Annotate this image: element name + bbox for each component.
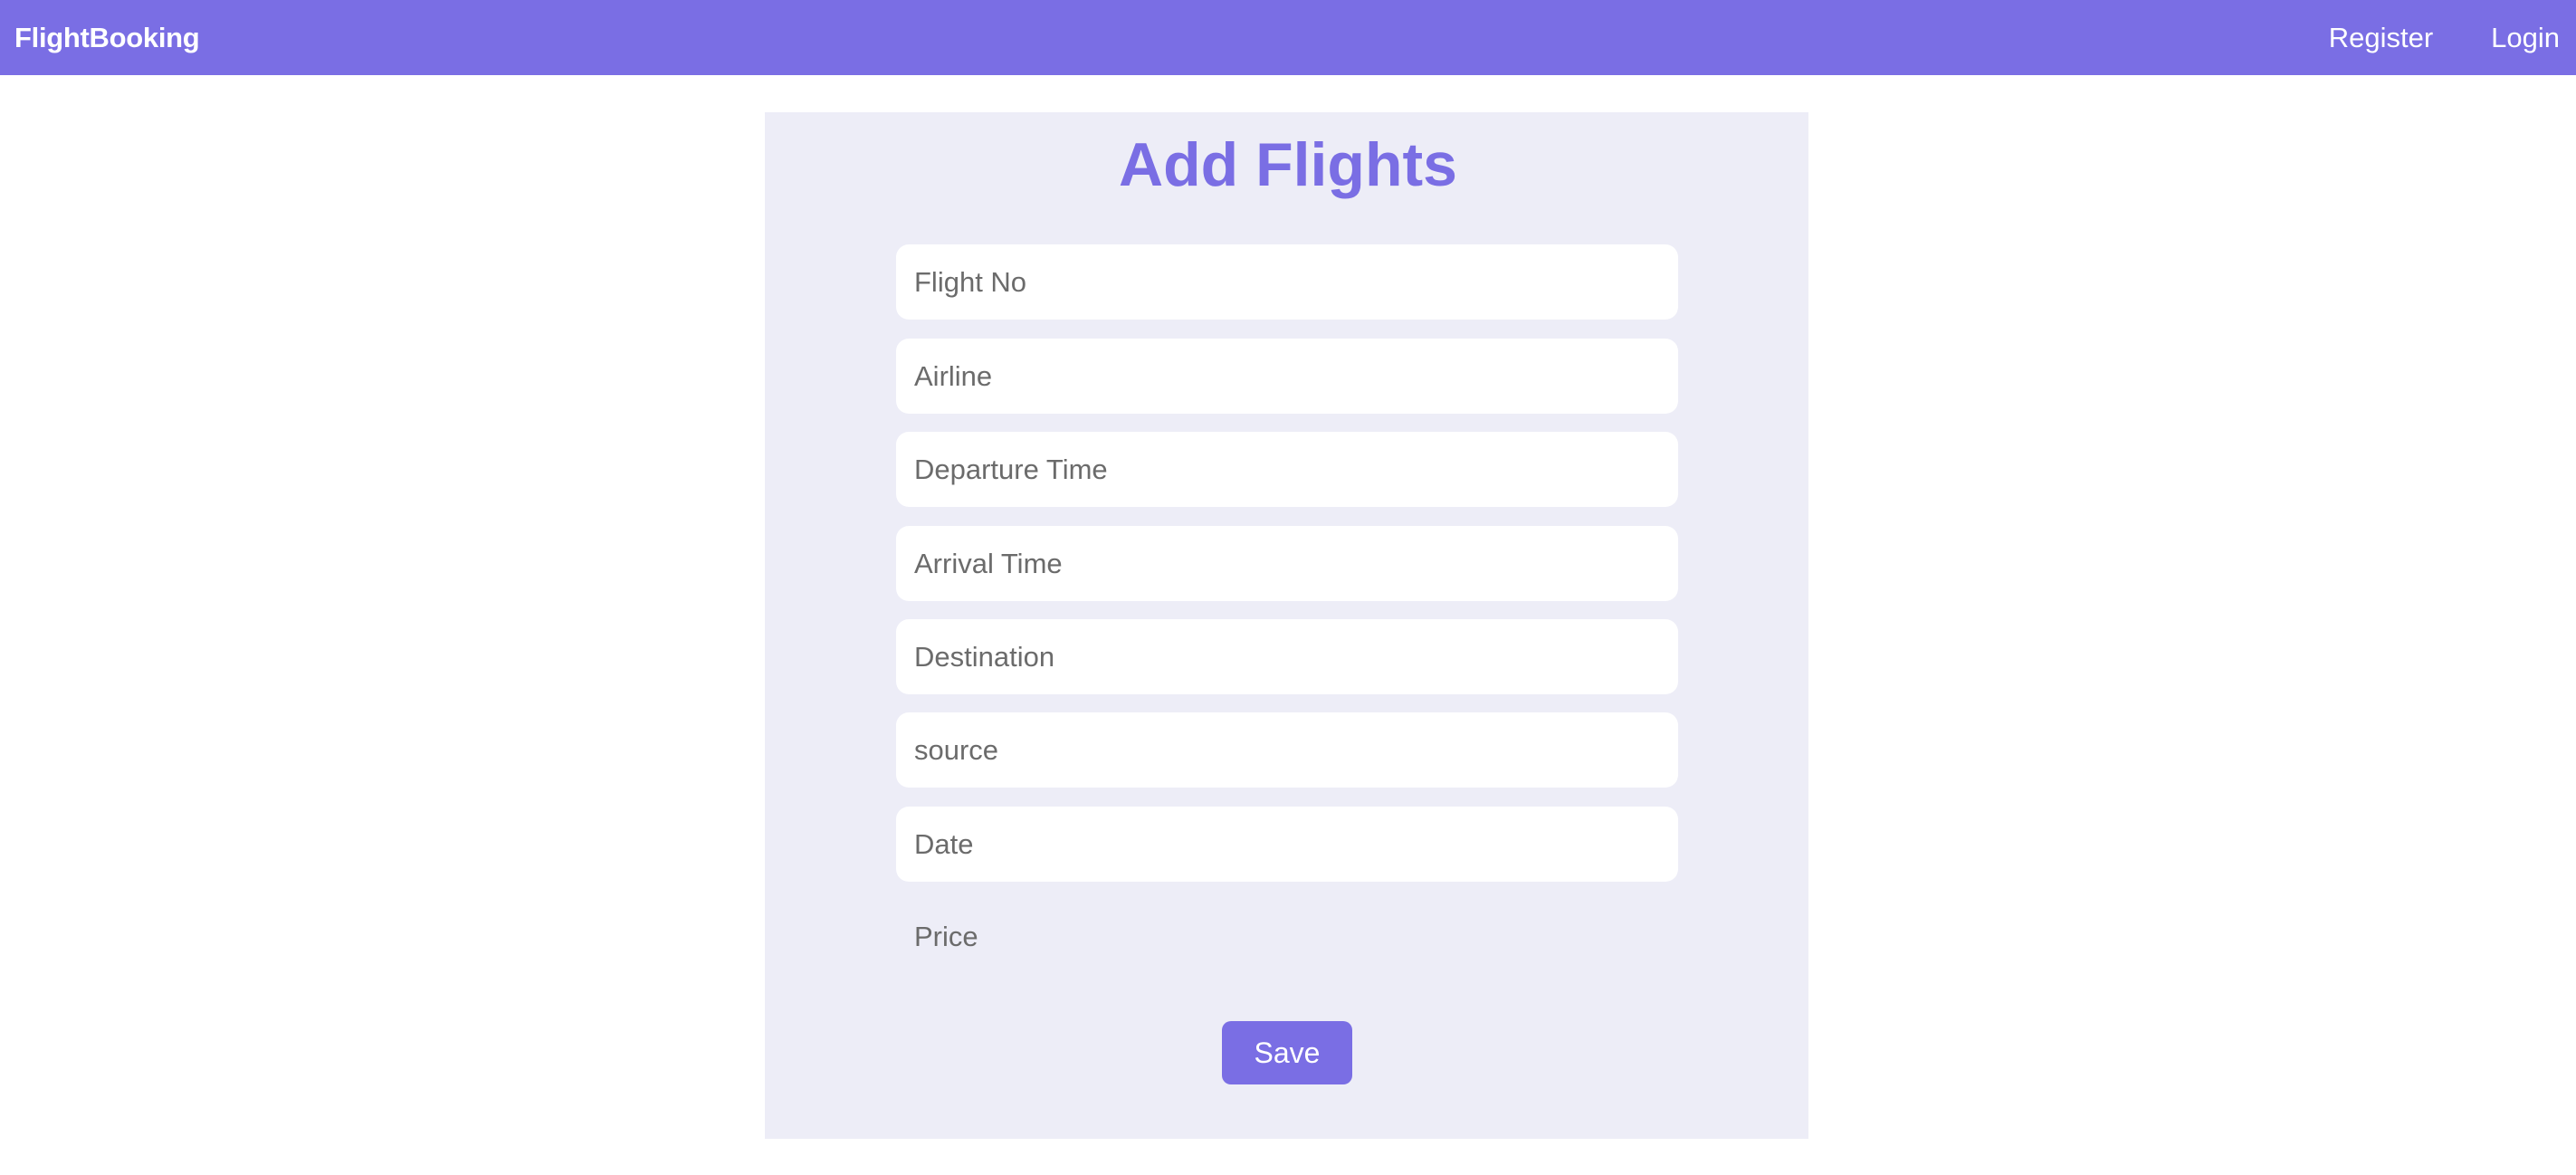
login-link[interactable]: Login (2491, 22, 2560, 54)
register-link[interactable]: Register (2329, 22, 2433, 54)
navbar: FlightBooking Register Login (0, 0, 2576, 75)
source-input[interactable] (896, 712, 1678, 788)
date-input[interactable] (896, 807, 1678, 882)
page-title: Add Flights (1119, 130, 1457, 199)
price-input[interactable] (896, 899, 1678, 974)
arrival-time-input[interactable] (896, 526, 1678, 601)
flight-no-input[interactable] (896, 244, 1678, 320)
brand-logo[interactable]: FlightBooking (14, 22, 200, 54)
destination-input[interactable] (896, 619, 1678, 694)
nav-links: Register Login (2329, 22, 2560, 54)
airline-input[interactable] (896, 339, 1678, 414)
save-button[interactable]: Save (1222, 1021, 1352, 1084)
departure-time-input[interactable] (896, 432, 1678, 507)
